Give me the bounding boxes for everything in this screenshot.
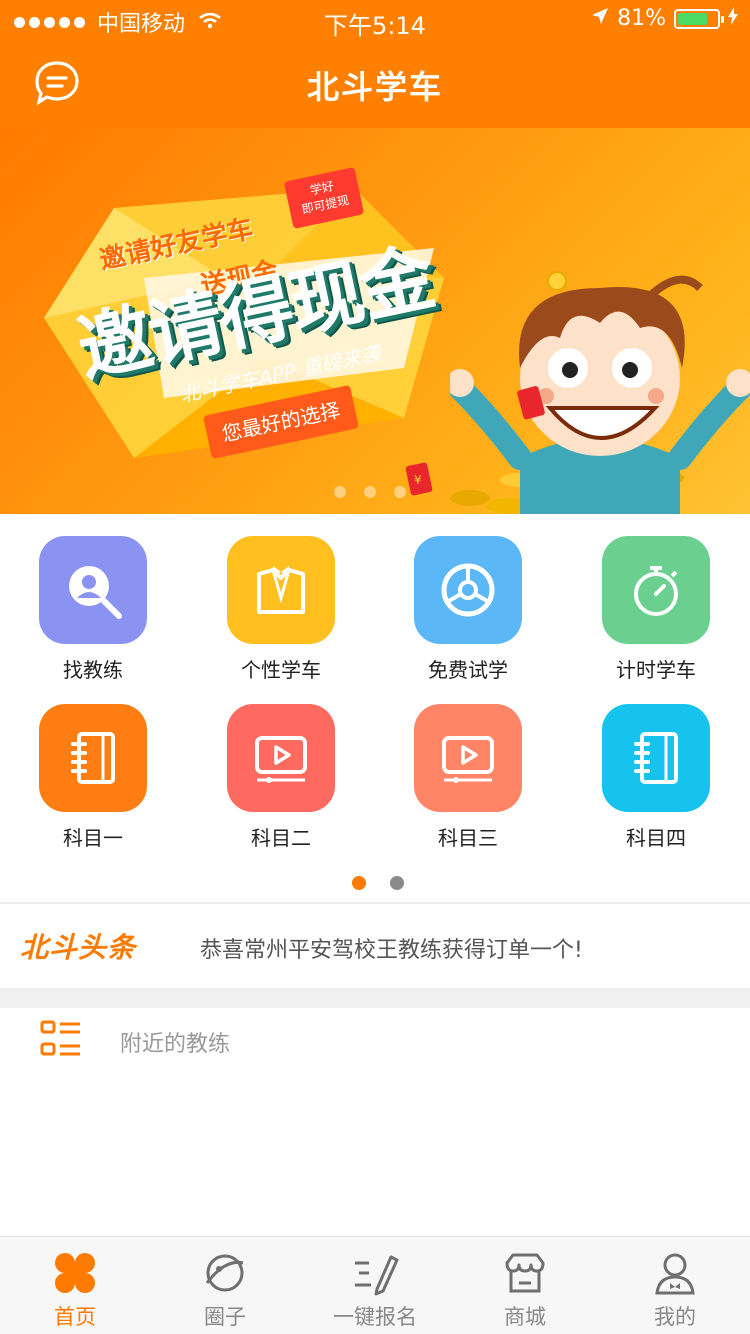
charging-icon bbox=[728, 6, 738, 31]
svg-text:¥: ¥ bbox=[414, 473, 422, 487]
shop-icon bbox=[450, 1249, 600, 1297]
news-text[interactable]: 恭喜常州平安驾校王教练获得订单一个! bbox=[200, 932, 583, 964]
coach-search-icon bbox=[39, 536, 147, 644]
grid-item[interactable]: 科目四 bbox=[581, 704, 731, 851]
grid-item[interactable]: 免费试学 bbox=[393, 536, 543, 683]
red-envelope-icon: ¥ bbox=[405, 462, 433, 496]
section-gap bbox=[0, 988, 750, 1008]
grid-item[interactable]: 找教练 bbox=[18, 536, 168, 683]
tab-item[interactable]: 商城 bbox=[450, 1237, 600, 1334]
home-clover-icon bbox=[0, 1249, 150, 1297]
list-icon bbox=[40, 1020, 80, 1056]
tab-item-label: 商城 bbox=[504, 1305, 546, 1329]
location-arrow-icon bbox=[591, 6, 609, 31]
cartoon-kid-illustration bbox=[450, 275, 750, 514]
tab-item-label: 首页 bbox=[54, 1305, 96, 1329]
banner-page-dot[interactable] bbox=[364, 486, 376, 498]
grid-item-label: 计时学车 bbox=[616, 658, 696, 682]
stopwatch-icon bbox=[602, 536, 710, 644]
tab-item[interactable]: 我的 bbox=[600, 1237, 750, 1334]
user-icon bbox=[600, 1249, 750, 1297]
grid-item[interactable]: 科目一 bbox=[18, 704, 168, 851]
battery-icon bbox=[674, 8, 724, 29]
battery-percent: 81% bbox=[617, 6, 666, 31]
banner-page-dot[interactable] bbox=[334, 486, 346, 498]
grid-pagination bbox=[352, 876, 404, 890]
status-bar: 中国移动 下午5:14 81% bbox=[0, 0, 750, 40]
status-right: 81% bbox=[591, 6, 738, 31]
grid-item-label: 科目三 bbox=[438, 826, 498, 850]
grid-item-label: 科目一 bbox=[63, 826, 123, 850]
video-icon bbox=[414, 704, 522, 812]
planet-icon bbox=[150, 1249, 300, 1297]
news-ticker[interactable]: 北斗头条 恭喜常州平安驾校王教练获得订单一个! bbox=[0, 904, 750, 988]
banner-pagination bbox=[334, 486, 406, 498]
page-title: 北斗学车 bbox=[306, 68, 443, 106]
tab-item-label: 我的 bbox=[654, 1305, 696, 1329]
banner-page-dot[interactable] bbox=[394, 486, 406, 498]
tab-bar: 首页 圈子 一键报名 商城 我的 bbox=[0, 1236, 750, 1334]
video-icon bbox=[227, 704, 335, 812]
notebook-icon bbox=[602, 704, 710, 812]
grid-item-label: 科目四 bbox=[626, 826, 686, 850]
sign-up-pen-icon bbox=[300, 1249, 450, 1297]
nearby-coaches-section: 附近的教练 bbox=[0, 1008, 750, 1236]
top-bar: 中国移动 下午5:14 81% 北斗学车 bbox=[0, 0, 750, 128]
grid-item-label: 找教练 bbox=[63, 658, 123, 682]
grid-item[interactable]: 个性学车 bbox=[206, 536, 356, 683]
pager-dot[interactable] bbox=[390, 876, 404, 890]
grid-item-label: 免费试学 bbox=[428, 658, 508, 682]
grid-item[interactable]: 科目二 bbox=[206, 704, 356, 851]
grid-item[interactable]: 计时学车 bbox=[581, 536, 731, 683]
feature-grid: 找教练 个性学车 免费试学 计时学车科目一 科目二 科目三 科目四 bbox=[0, 514, 750, 902]
nearby-coaches-label[interactable]: 附近的教练 bbox=[120, 1026, 230, 1058]
suit-icon bbox=[227, 536, 335, 644]
promo-banner[interactable]: 学好 即可提现 邀请好友学车 送现金 邀请得现金 北斗学车APP 重磅来袭 您最… bbox=[0, 128, 750, 514]
steering-wheel-icon bbox=[414, 536, 522, 644]
grid-item-label: 科目二 bbox=[251, 826, 311, 850]
tab-item-label: 圈子 bbox=[204, 1305, 246, 1329]
grid-item[interactable]: 科目三 bbox=[393, 704, 543, 851]
tab-item[interactable]: 圈子 bbox=[150, 1237, 300, 1334]
news-logo: 北斗头条 bbox=[20, 931, 137, 964]
pager-dot-active[interactable] bbox=[352, 876, 366, 890]
tab-item[interactable]: 一键报名 bbox=[300, 1237, 450, 1334]
coin-icon bbox=[547, 271, 567, 291]
tab-item-label: 一键报名 bbox=[333, 1305, 417, 1329]
grid-item-label: 个性学车 bbox=[241, 658, 321, 682]
tab-item[interactable]: 首页 bbox=[0, 1237, 150, 1334]
notebook-icon bbox=[39, 704, 147, 812]
